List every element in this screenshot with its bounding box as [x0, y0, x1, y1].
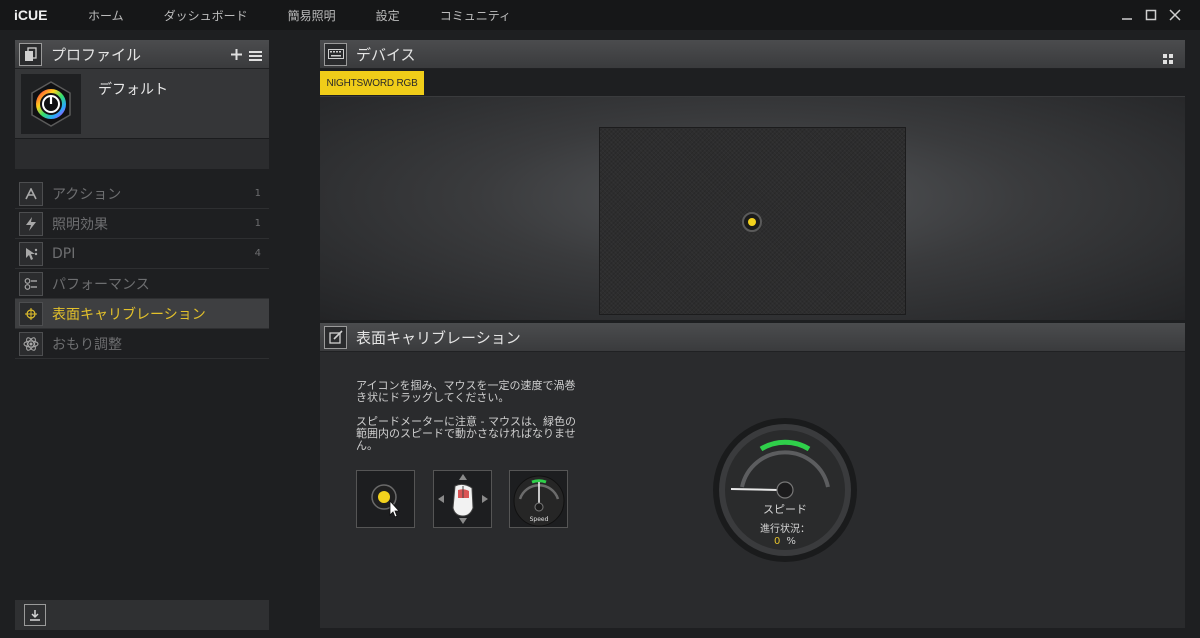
speed-label: スピード — [763, 503, 807, 516]
edit-calibration-icon — [324, 325, 347, 349]
nav-settings[interactable]: 設定 — [376, 7, 400, 24]
minimize-icon[interactable] — [1120, 8, 1134, 22]
profile-card-default[interactable]: デフォルト — [15, 69, 269, 139]
profile-name: デフォルト — [98, 82, 168, 98]
maximize-icon[interactable] — [1144, 8, 1158, 22]
weight-atom-icon — [19, 331, 43, 356]
calibration-title: 表面キャリブレーション — [356, 328, 521, 347]
menu-item-dpi[interactable]: DPI 4 — [15, 239, 269, 269]
menu-label: 照明効果 — [52, 216, 108, 233]
calibration-header: 表面キャリブレーション — [320, 323, 1185, 352]
mouse-move-arrows-icon — [437, 474, 488, 524]
menu-item-performance[interactable]: パフォーマンス — [15, 269, 269, 299]
menu-label: DPI — [52, 245, 76, 262]
progress-readout: 0% — [712, 536, 858, 547]
grid-view-icon[interactable] — [1163, 49, 1173, 68]
nav-community[interactable]: コミュニティ — [440, 7, 511, 24]
calibration-body: アイコンを掴み、マウスを一定の速度で渦巻き状にドラッグしてください。 スピードメ… — [320, 352, 1185, 628]
progress-label: 進行状況： — [760, 524, 810, 535]
devices-header: デバイス — [320, 40, 1185, 69]
nav-home[interactable]: ホーム — [88, 7, 124, 24]
device-tab-nightsword[interactable]: NIGHTSWORD RGB — [320, 71, 424, 95]
step-speed-illustration: Speed — [509, 470, 568, 528]
device-settings-menu: アクション 1 照明効果 1 DPI 4 パフォーマンス 表面キャリブレーション… — [15, 179, 269, 359]
performance-sliders-icon — [19, 271, 43, 296]
calibration-instructions: アイコンを掴み、マウスを一定の速度で渦巻き状にドラッグしてください。 スピードメ… — [356, 380, 581, 464]
icue-hex-logo-icon — [31, 81, 71, 127]
devices-panel: デバイス NIGHTSWORD RGB — [320, 40, 1185, 320]
profiles-header: プロファイル — [15, 40, 269, 69]
device-stage — [320, 97, 1185, 320]
menu-count: 4 — [254, 248, 261, 259]
profiles-stack-icon — [19, 42, 42, 66]
menu-count: 1 — [254, 188, 261, 199]
sidebar-footer — [15, 600, 269, 630]
progress-value: 0 — [774, 536, 781, 547]
device-tab-strip: NIGHTSWORD RGB — [320, 69, 1185, 97]
menu-item-weight-tuning[interactable]: おもり調整 — [15, 329, 269, 359]
download-icon[interactable] — [24, 604, 46, 626]
profiles-sidebar: プロファイル デフォルト アクション 1 照明効果 1 DPI 4 パフォーマン… — [15, 40, 269, 630]
close-icon[interactable] — [1168, 8, 1182, 22]
menu-label: 表面キャリブレーション — [52, 306, 206, 323]
title-bar: iCUE ホーム ダッシュボード 簡易照明 設定 コミュニティ — [0, 0, 1200, 30]
profile-thumbnail — [21, 74, 81, 134]
calibration-drag-handle[interactable] — [742, 212, 762, 232]
menu-count: 1 — [254, 218, 261, 229]
window-controls — [1120, 0, 1182, 30]
instruction-step-1: アイコンを掴み、マウスを一定の速度で渦巻き状にドラッグしてください。 — [356, 379, 576, 404]
profiles-title: プロファイル — [51, 45, 142, 64]
app-logo: iCUE — [14, 7, 48, 23]
menu-label: おもり調整 — [52, 336, 122, 353]
crosshair-icon — [19, 301, 43, 326]
dpi-cursor-icon — [19, 241, 43, 266]
menu-item-surface-calibration[interactable]: 表面キャリブレーション — [15, 299, 269, 329]
menu-label: アクション — [52, 186, 122, 203]
profile-list-area — [15, 139, 269, 169]
nav-simple-lighting[interactable]: 簡易照明 — [288, 7, 336, 24]
step-move-mouse-illustration — [433, 470, 492, 528]
drag-handle-cursor-icon — [370, 484, 400, 518]
step-grab-icon-illustration — [356, 470, 415, 528]
devices-title: デバイス — [356, 45, 416, 64]
lightning-icon — [19, 211, 43, 236]
action-a-icon — [19, 181, 43, 206]
profile-menu-icon[interactable] — [249, 47, 262, 66]
mini-speedometer-icon: Speed — [513, 475, 564, 527]
add-profile-icon[interactable] — [230, 46, 243, 65]
progress-unit: % — [786, 536, 796, 547]
mini-speed-label: Speed — [529, 516, 548, 523]
menu-item-lighting[interactable]: 照明効果 1 — [15, 209, 269, 239]
nav-dashboard[interactable]: ダッシュボード — [164, 7, 248, 24]
menu-label: パフォーマンス — [52, 276, 150, 293]
calibration-panel: 表面キャリブレーション アイコンを掴み、マウスを一定の速度で渦巻き状にドラッグし… — [320, 323, 1185, 629]
speedometer-gauge: スピード 進行状況： 0% — [712, 417, 858, 563]
mousepad-surface — [599, 127, 906, 315]
instruction-step-2: スピードメーターに注意 - マウスは、緑色の範囲内のスピードで動かさなければなり… — [356, 415, 576, 452]
menu-item-actions[interactable]: アクション 1 — [15, 179, 269, 209]
keyboard-icon — [324, 42, 347, 66]
